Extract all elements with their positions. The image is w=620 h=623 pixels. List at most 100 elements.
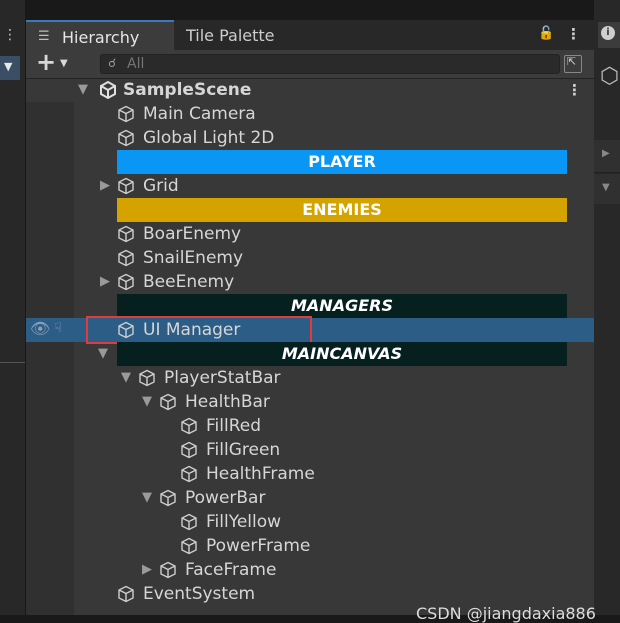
plus-icon: + [36,48,57,76]
hierarchy-item[interactable]: SnailEnemy [26,246,594,270]
item-label: Grid [143,176,179,196]
collapsed-arrow-icon[interactable]: ▶ [142,560,152,580]
panel-menu-icon[interactable]: ⋮ [566,25,581,43]
hierarchy-panel: ☰ Hierarchy Tile Palette 🔓 ⋮ + ▼ ☌ ⇱ ▼ S… [26,20,596,623]
gameobject-cube-icon [117,585,135,603]
item-label: BeeEnemy [143,272,235,292]
gameobject-cube-icon [117,273,135,291]
item-label: HealthBar [185,392,270,412]
header-label: ENEMIES [117,198,567,222]
item-label: HealthFrame [206,464,315,484]
gameobject-cube-icon [117,177,135,195]
gameobject-cube-icon [117,105,135,123]
left-panel-edge: ⋮ ▼ [0,0,25,615]
hierarchy-item[interactable]: ▶ BeeEnemy [26,270,594,294]
gameobject-cube-icon [180,513,198,531]
divider [0,362,25,363]
hierarchy-item[interactable]: EventSystem [26,582,594,606]
item-label: BoarEnemy [143,224,242,244]
hierarchy-item[interactable]: Global Light 2D [26,126,594,150]
hierarchy-header-row[interactable]: PLAYER [26,150,594,174]
item-label: PowerFrame [206,536,311,556]
gameobject-cube-icon [117,225,135,243]
add-button[interactable]: + ▼ [34,48,74,78]
gameobject-cube-icon [180,465,198,483]
hierarchy-item[interactable]: ▶ Grid [26,174,594,198]
hierarchy-header-row[interactable]: ENEMIES [26,198,594,222]
hierarchy-item[interactable]: PowerFrame [26,534,594,558]
hierarchy-item[interactable]: HealthFrame [26,462,594,486]
expand-arrow-icon[interactable]: ▼ [98,344,108,364]
expand-arrow-icon[interactable]: ▼ [142,392,152,412]
expand-arrow-icon[interactable]: ▼ [78,80,88,100]
tab-tile-palette[interactable]: Tile Palette [186,26,275,45]
tab-bar: ☰ Hierarchy Tile Palette 🔓 ⋮ [26,20,594,50]
lock-icon[interactable]: 🔓 [538,26,554,41]
search-options-icon[interactable]: ⇱ [564,55,582,73]
gameobject-cube-icon [117,321,135,339]
header-label: MAINCANVAS [117,342,567,366]
hierarchy-item[interactable]: ▼ PlayerStatBar [26,366,594,390]
info-tab[interactable]: i [598,22,620,48]
gameobject-cube-icon [159,489,177,507]
hierarchy-tree: ▼ SampleScene ⋮ Main Camera Global Light … [26,78,596,623]
eye-icon[interactable]: 👁 [30,319,50,338]
right-panel-edge: i ⬡ ▶ ▼ [594,0,620,615]
hierarchy-item[interactable]: FillGreen [26,438,594,462]
header-label: PLAYER [117,150,567,174]
list-icon: ☰ [38,29,50,44]
item-label: FaceFrame [185,560,277,580]
search-icon: ☌ [108,56,117,70]
caret-down-icon: ▼ [60,58,68,69]
gameobject-cube-icon [138,369,156,387]
item-label: SnailEnemy [143,248,244,268]
pick-icon[interactable]: ☟ [54,321,62,336]
inspector-cube-icon: ⬡ [600,64,620,89]
gameobject-cube-icon [117,129,135,147]
scene-row[interactable]: ▼ SampleScene ⋮ [26,78,594,102]
hierarchy-item[interactable]: ▼ PowerBar [26,486,594,510]
gameobject-cube-icon [180,537,198,555]
inspector-row[interactable]: ▶ [594,140,620,173]
collapsed-arrow-icon[interactable]: ▶ [100,272,110,292]
chevron-down-icon: ▼ [602,182,610,193]
gameobject-cube-icon [159,393,177,411]
hierarchy-item[interactable]: FillRed [26,414,594,438]
item-label: UI Manager [143,320,241,340]
gameobject-cube-icon [117,249,135,267]
unity-scene-icon [100,80,116,100]
gameobject-cube-icon [159,561,177,579]
expand-arrow-icon[interactable]: ▼ [121,368,131,388]
hierarchy-item[interactable]: Main Camera [26,102,594,126]
selected-row[interactable]: 👁 ☟ UI Manager [26,316,594,344]
item-label: Main Camera [143,104,256,124]
chevron-down-icon: ▼ [4,60,13,73]
inspector-row[interactable]: ▼ [594,174,620,204]
visibility-toggle[interactable]: 👁 ☟ [26,318,74,342]
hierarchy-item[interactable]: FillYellow [26,510,594,534]
expand-arrow-icon[interactable]: ▼ [142,488,152,508]
left-dropdown[interactable]: ▼ [0,56,20,80]
scene-name: SampleScene [123,80,252,100]
item-label: FillGreen [206,440,281,460]
search-field: ☌ [100,54,560,74]
item-label: EventSystem [143,584,256,604]
left-menu-icon[interactable]: ⋮ [3,26,17,44]
item-label: FillRed [206,416,262,436]
chevron-right-icon: ▶ [602,148,610,159]
scene-menu-icon[interactable]: ⋮ [567,80,582,100]
item-label: Global Light 2D [143,128,275,148]
hierarchy-item[interactable]: ▶ FaceFrame [26,558,594,582]
hierarchy-header-row[interactable]: ▼ MAINCANVAS [26,342,594,366]
tab-hierarchy-label: Hierarchy [62,28,140,47]
hierarchy-header-row[interactable]: MANAGERS [26,294,594,318]
collapsed-arrow-icon[interactable]: ▶ [100,176,110,196]
tab-hierarchy[interactable]: ☰ Hierarchy [26,20,174,50]
item-label: FillYellow [206,512,282,532]
header-label: MANAGERS [117,294,567,318]
gameobject-cube-icon [180,417,198,435]
gameobject-cube-icon [180,441,198,459]
hierarchy-item[interactable]: BoarEnemy [26,222,594,246]
hierarchy-item[interactable]: ▼ HealthBar [26,390,594,414]
search-input[interactable] [127,56,527,72]
